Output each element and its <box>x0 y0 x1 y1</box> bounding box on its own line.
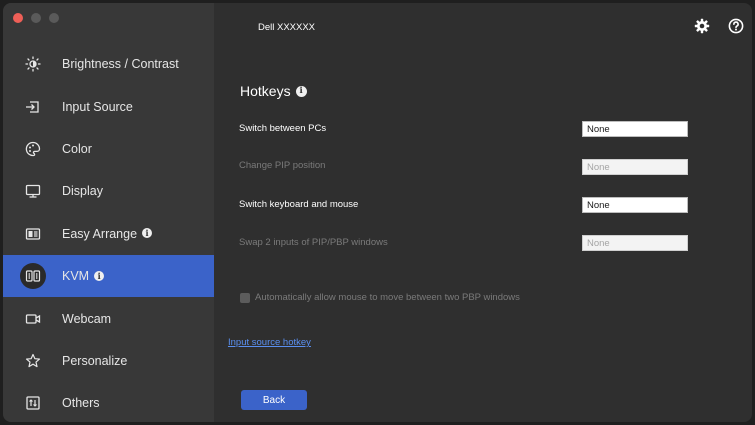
sidebar-item-brightness-contrast[interactable]: Brightness / Contrast <box>3 43 214 85</box>
minimize-window-button[interactable] <box>31 13 41 23</box>
sidebar-item-label: Others <box>62 396 100 411</box>
easy-arrange-icon <box>21 222 45 246</box>
app-window: Brightness / Contrast Input Source Color… <box>3 3 752 422</box>
sidebar-item-label: Color <box>62 141 92 156</box>
sidebar: Brightness / Contrast Input Source Color… <box>3 3 214 422</box>
sidebar-item-kvm[interactable]: KVM i <box>3 254 214 298</box>
monitor-icon <box>21 179 45 203</box>
star-icon <box>21 349 45 373</box>
input-source-hotkey-link[interactable]: Input source hotkey <box>228 337 311 348</box>
info-icon[interactable]: i <box>94 270 105 281</box>
kvm-icon <box>20 263 46 290</box>
help-icon[interactable] <box>728 18 744 34</box>
sidebar-item-text: Easy Arrange <box>62 226 138 241</box>
hotkey-field-switch-keyboard-mouse[interactable]: None <box>582 197 688 213</box>
webcam-icon <box>21 307 45 331</box>
auto-mouse-pbp-option[interactable]: Automatically allow mouse to move betwee… <box>240 292 520 303</box>
sidebar-item-others[interactable]: Others <box>3 382 214 422</box>
hotkey-field-pip-position[interactable]: None <box>582 159 688 175</box>
hotkey-label-switch-keyboard-mouse: Switch keyboard and mouse <box>239 199 359 210</box>
hotkey-label-switch-pcs: Switch between PCs <box>239 123 327 134</box>
gear-icon[interactable] <box>694 18 710 34</box>
section-heading: Hotkeys i <box>240 83 307 99</box>
sidebar-item-text: KVM <box>62 269 90 284</box>
brightness-icon <box>21 52 45 76</box>
sidebar-item-label: Personalize <box>62 353 128 368</box>
auto-mouse-pbp-checkbox[interactable] <box>240 292 250 303</box>
hotkey-field-swap-inputs[interactable]: None <box>582 235 688 251</box>
sidebar-item-personalize[interactable]: Personalize <box>3 340 214 382</box>
main-content: Dell XXXXXX Hotkeys i Switch between PCs … <box>214 3 752 422</box>
sidebar-item-label: Display <box>62 184 103 199</box>
sidebar-item-label: KVM i <box>62 269 105 284</box>
sidebar-item-label: Input Source <box>62 99 133 114</box>
sidebar-nav: Brightness / Contrast Input Source Color… <box>3 43 214 422</box>
section-heading-text: Hotkeys <box>240 83 291 99</box>
info-icon[interactable]: i <box>142 228 153 239</box>
sidebar-item-webcam[interactable]: Webcam <box>3 297 214 339</box>
sidebar-item-label: Brightness / Contrast <box>62 57 179 72</box>
sidebar-item-color[interactable]: Color <box>3 128 214 170</box>
window-title: Dell XXXXXX <box>258 22 316 33</box>
auto-mouse-pbp-label: Automatically allow mouse to move betwee… <box>255 292 520 303</box>
hotkey-label-pip-position: Change PIP position <box>239 160 326 171</box>
maximize-window-button[interactable] <box>49 13 59 23</box>
others-icon <box>21 391 45 415</box>
sidebar-item-label: Easy Arrange i <box>62 226 153 241</box>
close-window-button[interactable] <box>13 13 23 23</box>
sidebar-item-label: Webcam <box>62 311 112 326</box>
hotkey-label-swap-inputs: Swap 2 inputs of PIP/PBP windows <box>239 237 388 248</box>
input-source-icon <box>21 95 45 119</box>
top-toolbar <box>694 18 744 34</box>
sidebar-item-display[interactable]: Display <box>3 170 214 212</box>
window-controls <box>13 13 59 23</box>
back-button[interactable]: Back <box>241 390 307 410</box>
sidebar-item-easy-arrange[interactable]: Easy Arrange i <box>3 213 214 255</box>
info-icon[interactable]: i <box>295 85 307 97</box>
color-palette-icon <box>21 137 45 161</box>
hotkey-field-switch-pcs[interactable]: None <box>582 121 688 137</box>
sidebar-item-input-source[interactable]: Input Source <box>3 85 214 127</box>
